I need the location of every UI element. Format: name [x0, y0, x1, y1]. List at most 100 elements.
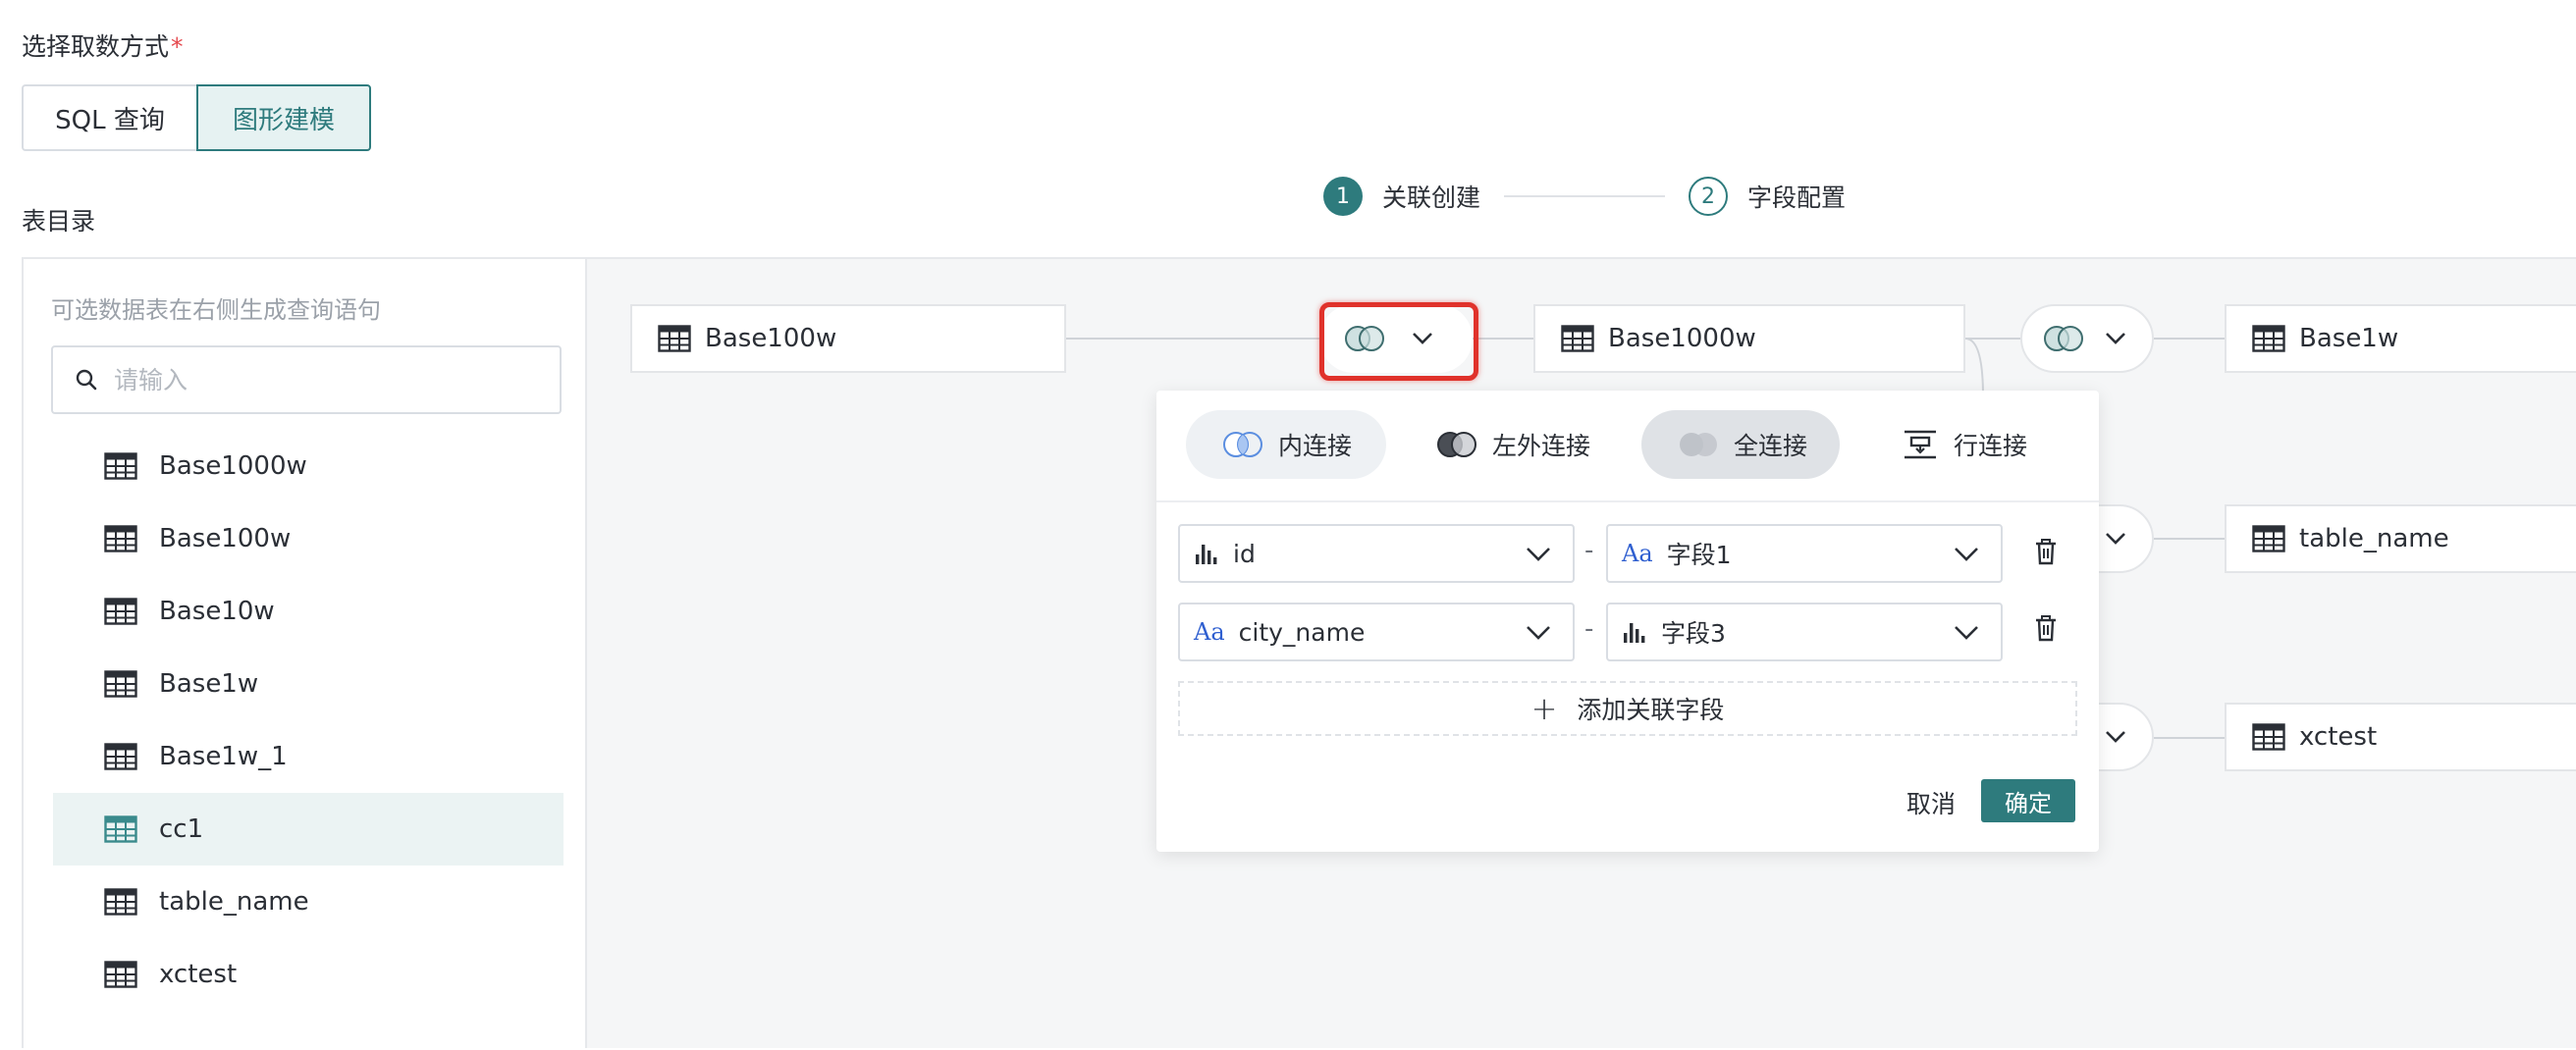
stepper: 1 关联创建 2 字段配置	[1323, 177, 1846, 216]
left-field-select-1[interactable]: id	[1178, 524, 1575, 583]
field-value: 字段1	[1666, 541, 1732, 569]
table-icon	[1561, 325, 1594, 352]
table-icon	[104, 961, 137, 988]
join-type-label: 左外连接	[1492, 432, 1591, 460]
chevron-down-icon	[1954, 618, 1979, 647]
table-name-label: xctest	[159, 960, 238, 989]
table-icon	[2252, 325, 2285, 352]
number-type-icon	[1622, 619, 1647, 645]
number-type-icon	[1194, 541, 1219, 566]
left-field-select-2[interactable]: Aa city_name	[1178, 603, 1575, 661]
node-label: xctest	[2299, 722, 2378, 752]
right-field-select-2[interactable]: 字段3	[1606, 603, 2003, 661]
table-name-label: Base1000w	[159, 451, 307, 481]
node-base100w[interactable]: Base100w	[630, 304, 1066, 373]
table-list-item[interactable]: Base1w_1	[53, 720, 564, 793]
step-1-number: 1	[1323, 177, 1363, 216]
full-join-icon	[1677, 430, 1720, 459]
field-value: id	[1233, 539, 1256, 568]
field-value: city_name	[1238, 617, 1366, 647]
delete-row-2-icon[interactable]	[2034, 614, 2058, 646]
table-name-label: Base100w	[159, 524, 292, 553]
chevron-down-icon	[2105, 532, 2126, 546]
table-icon	[2252, 723, 2285, 751]
graph-modeling-option[interactable]: 图形建模	[196, 84, 371, 151]
table-list-item[interactable]: Base100w	[53, 502, 564, 575]
node-label: table_name	[2299, 524, 2449, 553]
table-icon	[104, 452, 137, 480]
join-config-popup: 内连接 左外连接 全连接 行连接 id - Aa 字段1 Aa city_nam…	[1156, 391, 2099, 852]
table-icon	[104, 888, 137, 916]
table-icon	[104, 525, 137, 552]
table-list-item[interactable]: xctest	[53, 938, 564, 1011]
table-icon	[104, 743, 137, 770]
node-base1000w[interactable]: Base1000w	[1533, 304, 1965, 373]
table-list-item[interactable]: table_name	[53, 866, 564, 938]
table-icon	[104, 598, 137, 625]
text-type-icon: Aa	[1622, 540, 1653, 567]
chevron-down-icon	[2105, 730, 2126, 744]
search-input[interactable]	[112, 364, 548, 395]
table-list-item[interactable]: Base10w	[53, 575, 564, 648]
join-type-row[interactable]: 行连接	[1869, 410, 2066, 479]
table-name-label: Base1w_1	[159, 742, 288, 771]
table-icon	[104, 815, 137, 843]
full-join-icon	[2042, 324, 2085, 353]
node-label: Base1w	[2299, 324, 2399, 353]
left-join-icon	[1435, 430, 1478, 459]
table-name-label: table_name	[159, 887, 309, 917]
node-label: Base100w	[705, 324, 837, 353]
confirm-button[interactable]: 确定	[1981, 779, 2075, 822]
join-type-label: 行连接	[1954, 432, 2028, 460]
cancel-button[interactable]: 取消	[1906, 785, 1956, 820]
catalog-tip: 可选数据表在右侧生成查询语句	[51, 296, 381, 324]
step-2-label: 字段配置	[1747, 184, 1847, 212]
chevron-down-icon	[1526, 618, 1551, 647]
table-list-item[interactable]: cc1	[53, 793, 564, 866]
table-list-item[interactable]: Base1w	[53, 648, 564, 720]
add-join-field-button[interactable]: + 添加关联字段	[1178, 681, 2077, 736]
table-name-label: cc1	[159, 814, 204, 844]
join-type-left[interactable]: 左外连接	[1414, 410, 1610, 479]
table-icon	[104, 670, 137, 698]
node-base1w[interactable]: Base1w	[2225, 304, 2576, 373]
node-label: Base1000w	[1608, 324, 1756, 353]
inner-join-icon	[1221, 430, 1264, 459]
text-type-icon: Aa	[1194, 618, 1225, 646]
table-name-label: Base10w	[159, 597, 275, 626]
chevron-down-icon	[1526, 540, 1551, 568]
table-name-label: Base1w	[159, 669, 259, 699]
join-type-label: 全连接	[1734, 432, 1808, 460]
right-field-select-1[interactable]: Aa 字段1	[1606, 524, 2003, 583]
table-icon	[2252, 525, 2285, 552]
join-type-inner[interactable]: 内连接	[1186, 410, 1386, 479]
delete-row-1-icon[interactable]	[2034, 538, 2058, 569]
table-list-item[interactable]: Base1000w	[53, 430, 564, 502]
catalog-label: 表目录	[22, 207, 96, 236]
mode-label-text: 选择取数方式	[22, 32, 170, 61]
join-type-full[interactable]: 全连接	[1641, 410, 1840, 479]
row-join-icon	[1903, 429, 1938, 460]
join-button-1[interactable]	[2020, 304, 2154, 373]
node-xctest[interactable]: xctest	[2225, 703, 2576, 771]
table-search-box	[51, 345, 562, 414]
highlight-box	[1319, 302, 1478, 381]
add-field-label: 添加关联字段	[1577, 696, 1725, 724]
popup-divider	[1156, 500, 2099, 502]
step-connector	[1504, 195, 1666, 197]
chevron-down-icon	[2105, 332, 2126, 345]
join-type-label: 内连接	[1278, 432, 1353, 460]
mode-segmented-control: SQL 查询 图形建模	[22, 84, 371, 151]
table-catalog-panel: 可选数据表在右侧生成查询语句 Base1000w Base100w Base10w B…	[22, 257, 587, 1048]
sql-query-option[interactable]: SQL 查询	[22, 84, 198, 151]
plus-icon: +	[1530, 690, 1558, 727]
table-icon	[658, 325, 691, 352]
required-mark: *	[171, 32, 184, 61]
mode-label: 选择取数方式*	[22, 27, 184, 63]
field-value: 字段3	[1661, 619, 1726, 648]
search-icon	[75, 368, 98, 392]
step-2-number: 2	[1689, 177, 1729, 216]
node-table-name[interactable]: table_name	[2225, 504, 2576, 573]
field-separator: -	[1584, 614, 1594, 644]
field-separator: -	[1584, 536, 1594, 565]
